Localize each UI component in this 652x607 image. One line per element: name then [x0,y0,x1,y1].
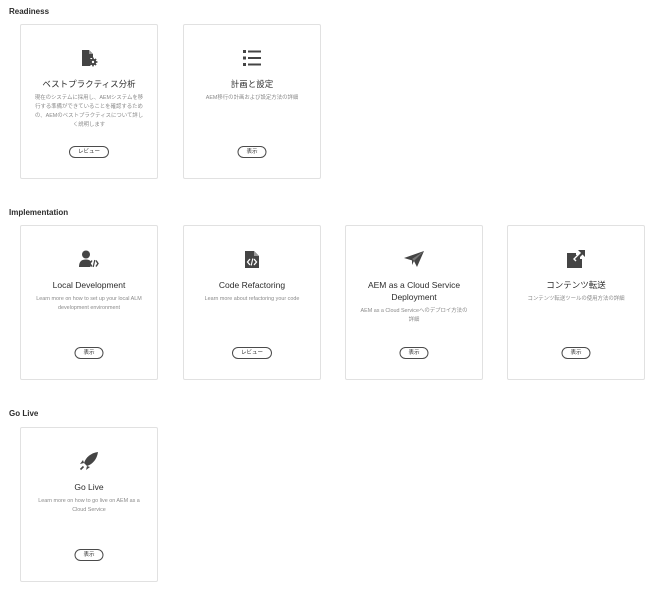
code-file-icon [241,248,263,270]
review-button[interactable]: レビュー [231,347,273,359]
card-title: Go Live [74,482,104,492]
card-aem-cloud-deployment: AEM as a Cloud Service Deployment AEM as… [345,225,483,380]
card-title: Code Refactoring [218,280,286,290]
card-title: Local Development [52,280,126,290]
card-description: Learn more on how to go live on AEM as a… [38,498,140,513]
view-button[interactable]: 表示 [74,549,104,561]
card-code-refactoring: Code Refactoring Learn more about refact… [183,225,321,380]
card-title: AEM as a Cloud Service Deployment [367,280,461,302]
card-description: 現在のシステムに採用し、AEMシステムを移行する準備ができていることを確認するた… [34,95,144,128]
card-description: AEM移行の計画および設定方法の詳細 [205,95,299,101]
list-icon [241,47,263,69]
card-best-practices: ベストプラクティス分析 現在のシステムに採用し、AEMシステムを移行する準備がで… [20,24,158,179]
card-description: Learn more on how to set up your local A… [36,296,142,311]
card-planning: 計画と設定 AEM移行の計画および設定方法の詳細 表示 [183,24,321,179]
view-button[interactable]: 表示 [74,347,104,359]
card-title: 計画と設定 [230,79,274,89]
paper-plane-icon [403,248,425,270]
card-description: Learn more about refactoring your code [204,296,300,302]
section-title-readiness: Readiness [9,7,50,16]
card-content-migration: コンテンツ転送 コンテンツ転送ツールの使用方法の詳細 表示 [507,225,645,380]
card-title: コンテンツ転送 [546,280,606,290]
review-button[interactable]: レビュー [68,146,110,158]
card-title: ベストプラクティス分析 [42,79,136,89]
section-title-implementation: Implementation [9,208,69,217]
document-gear-icon [78,47,100,69]
developer-user-icon [78,248,100,270]
card-go-live: Go Live Learn more on how to go live on … [20,427,158,582]
card-description: AEM as a Cloud Serviceへのデプロイ方法の詳細 [360,308,468,323]
rocket-launch-icon [78,450,100,472]
external-edit-icon [565,248,587,270]
section-title-go-live: Go Live [9,409,39,418]
card-description: コンテンツ転送ツールの使用方法の詳細 [527,296,625,302]
view-button[interactable]: 表示 [399,347,429,359]
card-local-development: Local Development Learn more on how to s… [20,225,158,380]
view-button[interactable]: 表示 [237,146,267,158]
view-button[interactable]: 表示 [561,347,591,359]
